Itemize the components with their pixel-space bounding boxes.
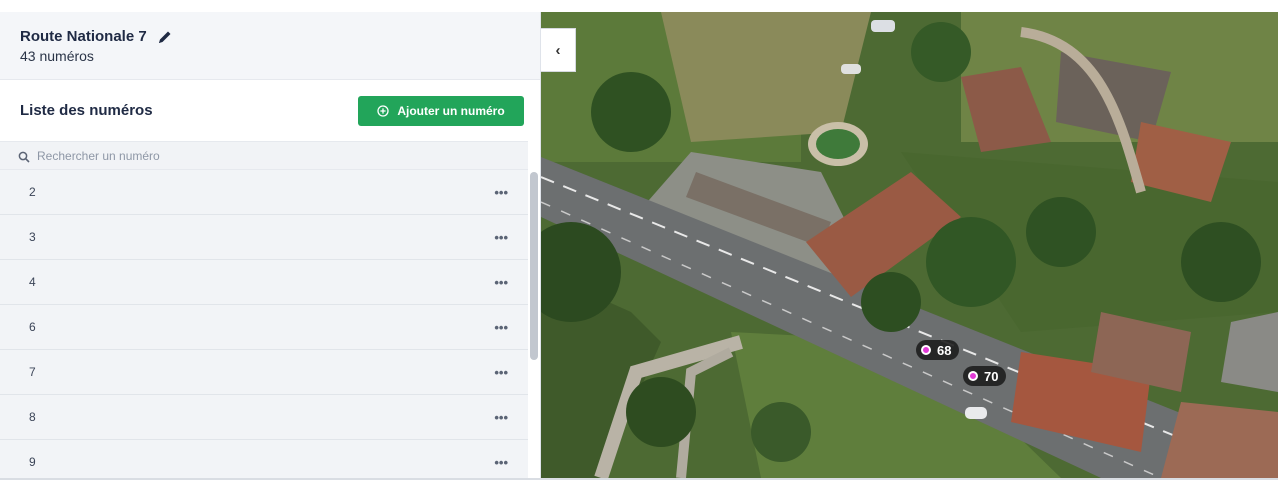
numbers-list: 2 ••• 3 ••• 4 ••• 6 ••• 7 ••• 8 ••• 9 ••• <box>0 170 540 480</box>
row-number: 4 <box>29 275 36 289</box>
row-number: 3 <box>29 230 36 244</box>
numbers-rows: 2 ••• 3 ••• 4 ••• 6 ••• 7 ••• 8 ••• 9 ••• <box>0 170 528 480</box>
row-number: 9 <box>29 455 36 469</box>
add-number-button[interactable]: Ajouter un numéro <box>358 95 524 126</box>
address-marker-70[interactable]: 70 <box>963 366 1007 386</box>
marker-dot-icon <box>921 345 931 355</box>
plus-circle-icon <box>377 104 389 117</box>
row-number: 7 <box>29 365 36 379</box>
search-bar <box>0 141 528 170</box>
row-number: 6 <box>29 320 36 334</box>
table-row[interactable]: 4 ••• <box>0 260 528 305</box>
table-row[interactable]: 2 ••• <box>0 170 528 215</box>
more-options-icon[interactable]: ••• <box>494 230 508 245</box>
more-options-icon[interactable]: ••• <box>494 365 508 380</box>
list-scrollbar[interactable] <box>530 172 538 360</box>
street-name: Route Nationale 7 <box>20 28 147 45</box>
marker-label: 70 <box>984 368 999 384</box>
pencil-icon[interactable] <box>157 29 173 45</box>
more-options-icon[interactable]: ••• <box>494 275 508 290</box>
more-options-icon[interactable]: ••• <box>494 185 508 200</box>
table-row[interactable]: 8 ••• <box>0 395 528 440</box>
list-header: Liste des numéros Ajouter un numéro <box>0 80 540 141</box>
row-number: 8 <box>29 410 36 424</box>
more-options-icon[interactable]: ••• <box>494 410 508 425</box>
add-number-label: Ajouter un numéro <box>397 103 505 118</box>
more-options-icon[interactable]: ••• <box>494 455 508 470</box>
street-number-count: 43 numéros <box>20 48 94 64</box>
satellite-map[interactable]: 68 70 <box>541 12 1278 478</box>
more-options-icon[interactable]: ••• <box>494 320 508 335</box>
sidebar: Route Nationale 7 43 numéros Liste des n… <box>0 12 541 480</box>
table-row[interactable]: 3 ••• <box>0 215 528 260</box>
marker-dot-icon <box>968 371 978 381</box>
list-title: Liste des numéros <box>20 102 153 119</box>
collapse-sidebar-button[interactable]: ‹ <box>541 28 576 72</box>
table-row[interactable]: 7 ••• <box>0 350 528 395</box>
app-root: Route Nationale 7 43 numéros Liste des n… <box>0 0 1278 480</box>
row-number: 2 <box>29 185 36 199</box>
search-input[interactable] <box>37 148 337 163</box>
street-header: Route Nationale 7 43 numéros <box>0 12 540 80</box>
address-marker-68[interactable]: 68 <box>916 340 960 360</box>
top-strip <box>0 0 1278 12</box>
marker-label: 68 <box>937 342 952 358</box>
street-name-row: Route Nationale 7 <box>20 28 520 45</box>
table-row[interactable]: 9 ••• <box>0 440 528 480</box>
search-icon <box>18 150 30 163</box>
table-row[interactable]: 6 ••• <box>0 305 528 350</box>
map-imagery <box>541 12 1278 478</box>
